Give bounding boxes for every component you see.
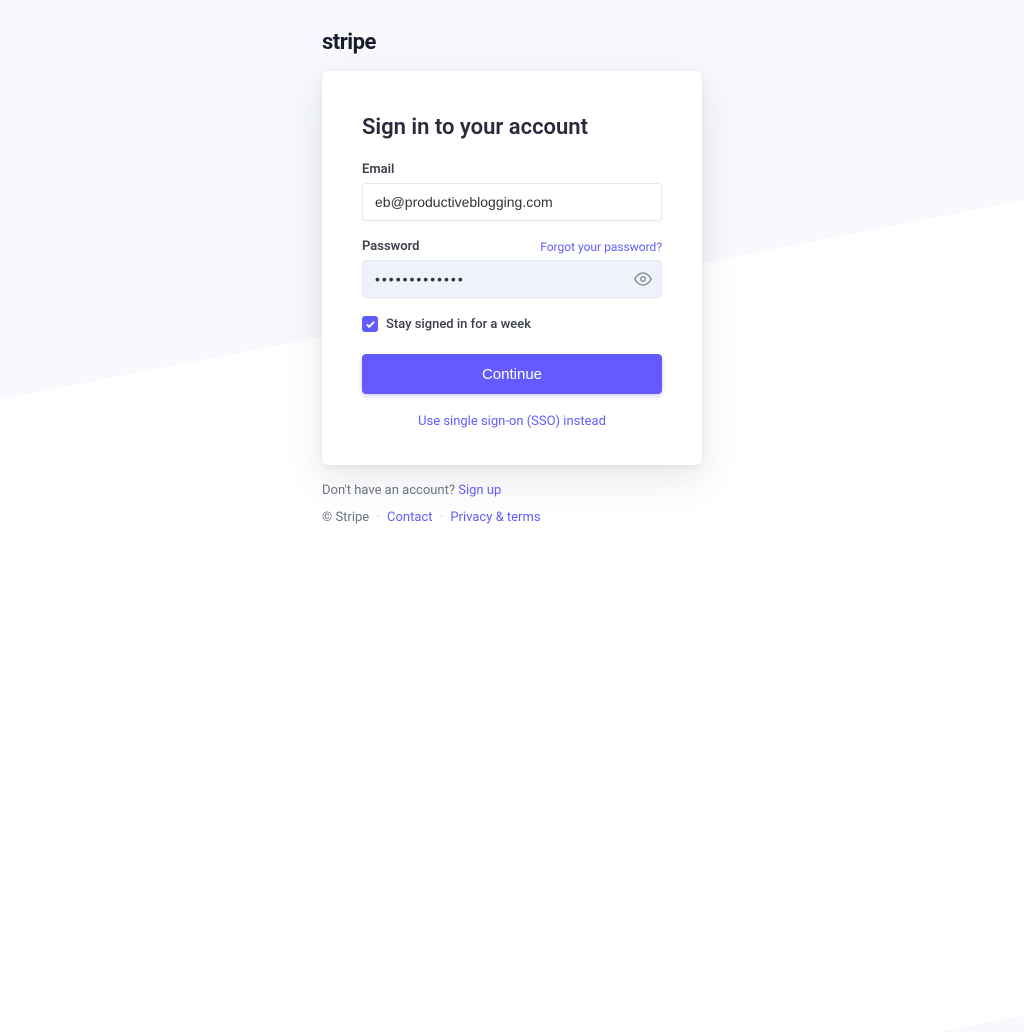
forgot-password-link[interactable]: Forgot your password? (540, 240, 662, 254)
sso-link[interactable]: Use single sign-on (SSO) instead (362, 414, 662, 429)
separator-dot: · (440, 510, 443, 525)
signin-card: Sign in to your account Email Password F… (322, 71, 702, 465)
copyright: © Stripe (322, 510, 369, 525)
email-field[interactable] (362, 183, 662, 221)
email-label: Email (362, 162, 394, 177)
stay-signed-label: Stay signed in for a week (386, 317, 531, 332)
separator-dot: · (376, 510, 379, 525)
continue-button[interactable]: Continue (362, 354, 662, 394)
no-account-text: Don't have an account? (322, 483, 458, 498)
stripe-logo: stripe (322, 30, 702, 55)
password-field[interactable] (362, 260, 662, 298)
signup-link[interactable]: Sign up (458, 483, 501, 498)
password-label: Password (362, 239, 419, 254)
privacy-link[interactable]: Privacy & terms (450, 510, 540, 525)
stay-signed-checkbox[interactable] (362, 316, 378, 332)
show-password-icon[interactable] (634, 270, 652, 288)
page-title: Sign in to your account (362, 115, 662, 140)
contact-link[interactable]: Contact (387, 510, 432, 525)
